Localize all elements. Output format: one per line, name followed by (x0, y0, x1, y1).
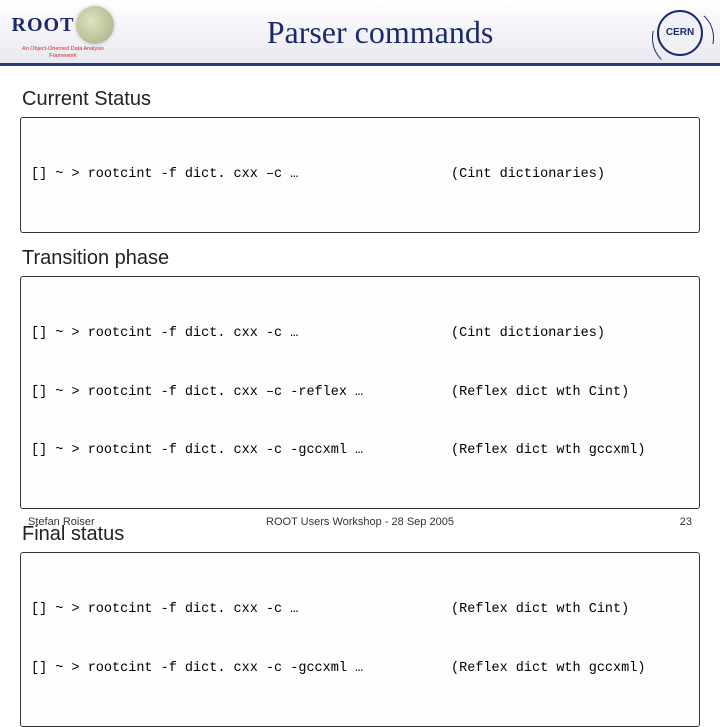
code-description: (Reflex dict wth gccxml) (451, 441, 689, 461)
root-word: ROOT (12, 14, 75, 37)
section-heading: Current Status (22, 88, 700, 111)
code-command: [] ~ > rootcint -f dict. cxx –c -reflex … (31, 383, 451, 403)
code-box-current: [] ~ > rootcint -f dict. cxx –c … (Cint … (20, 117, 700, 233)
cern-logo-container: CERN (640, 10, 720, 56)
code-box-final: [] ~ > rootcint -f dict. cxx -c … (Refle… (20, 552, 700, 727)
code-command: [] ~ > rootcint -f dict. cxx -c -gccxml … (31, 659, 451, 679)
cern-label: CERN (666, 27, 694, 38)
slide-title: Parser commands (120, 14, 640, 51)
root-logo-text: ROOT (12, 6, 115, 44)
code-description: (Reflex dict wth Cint) (451, 600, 689, 620)
code-command: [] ~ > rootcint -f dict. cxx -c … (31, 324, 451, 344)
code-line: [] ~ > rootcint -f dict. cxx -c … (Refle… (31, 600, 689, 620)
code-description: (Reflex dict wth Cint) (451, 383, 689, 403)
code-command: [] ~ > rootcint -f dict. cxx –c … (31, 165, 451, 185)
code-description: (Reflex dict wth gccxml) (451, 659, 689, 679)
code-box-transition: [] ~ > rootcint -f dict. cxx -c … (Cint … (20, 276, 700, 509)
section-heading: Transition phase (22, 247, 700, 270)
code-line: [] ~ > rootcint -f dict. cxx -c … (Cint … (31, 324, 689, 344)
root-tagline: An Object-Oriented Data Analysis Framewo… (8, 46, 118, 58)
footer-event: ROOT Users Workshop - 28 Sep 2005 (0, 516, 720, 528)
code-description: (Cint dictionaries) (451, 324, 689, 344)
root-logo: ROOT An Object-Oriented Data Analysis Fr… (0, 6, 120, 58)
code-description: (Cint dictionaries) (451, 165, 689, 185)
slide-header: ROOT An Object-Oriented Data Analysis Fr… (0, 0, 720, 66)
code-line: [] ~ > rootcint -f dict. cxx -c -gccxml … (31, 441, 689, 461)
slide-content: Current Status [] ~ > rootcint -f dict. … (0, 66, 720, 727)
root-swirl-icon (76, 6, 114, 44)
code-command: [] ~ > rootcint -f dict. cxx -c … (31, 600, 451, 620)
cern-logo-icon: CERN (657, 10, 703, 56)
code-line: [] ~ > rootcint -f dict. cxx –c -reflex … (31, 383, 689, 403)
code-command: [] ~ > rootcint -f dict. cxx -c -gccxml … (31, 441, 451, 461)
slide-footer: Stefan Roiser ROOT Users Workshop - 28 S… (0, 516, 720, 528)
code-line: [] ~ > rootcint -f dict. cxx –c … (Cint … (31, 165, 689, 185)
code-line: [] ~ > rootcint -f dict. cxx -c -gccxml … (31, 659, 689, 679)
